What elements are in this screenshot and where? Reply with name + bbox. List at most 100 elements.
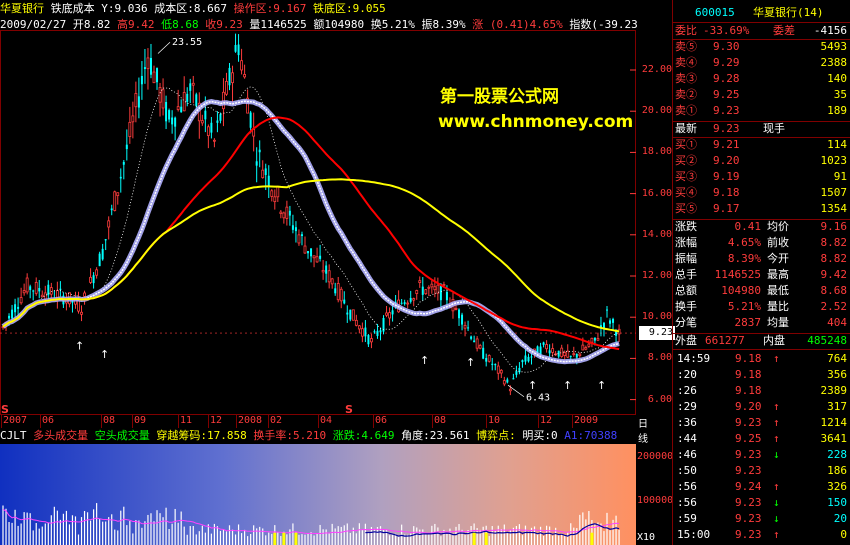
time-tick-mark <box>178 414 179 428</box>
candle-body-up <box>22 290 26 294</box>
tick-time: :56 <box>677 480 697 493</box>
candle-body-down <box>294 227 297 232</box>
stat-value: 1146525 <box>714 268 761 281</box>
buy-level-price: 9.18 <box>713 186 740 199</box>
volume-highlight-bar <box>484 532 488 545</box>
candle-body-down <box>575 354 578 358</box>
stat-value-2: 8.82 <box>820 252 848 265</box>
op-zone: 操作区:9.167 <box>233 2 307 15</box>
volume-chart[interactable] <box>0 444 636 545</box>
candle-body-up <box>321 269 325 273</box>
sell-level-label: 卖④ <box>675 56 697 69</box>
candle-body-up <box>279 211 283 214</box>
panel-divider <box>673 22 850 23</box>
tick-time: 14:59 <box>677 352 711 365</box>
candle-body-up <box>19 297 23 304</box>
candle-body-up <box>25 277 29 293</box>
candle-body-down <box>609 320 612 324</box>
tick-direction-icon: ↑ <box>773 416 780 429</box>
tick-time: 15:00 <box>677 528 711 541</box>
time-tick-label: 04 <box>320 415 333 426</box>
candle-body-down <box>32 290 35 292</box>
tick-price: 9.18 <box>735 352 762 365</box>
price-tick: 6.00 <box>647 393 672 405</box>
volume-highlight-bar <box>294 532 298 545</box>
candle-body-down <box>204 110 207 120</box>
candle-body-down <box>59 288 62 290</box>
candle-body-up <box>134 93 138 108</box>
candle-body-down <box>367 335 370 345</box>
time-tick-label: 06 <box>375 415 388 426</box>
candle-body-down <box>421 286 424 295</box>
price-axis: 22.00 20.00 18.00 16.00 14.00 12.00 10.00 8.00 6… <box>636 30 676 415</box>
candle-body-down <box>527 356 530 362</box>
tick-row: :26 9.18 2389 <box>673 384 850 398</box>
sell-level-label: 卖③ <box>675 72 697 85</box>
candle-body-down <box>334 288 337 294</box>
time-tick-mark <box>572 414 573 428</box>
time-tick-label: 日线 <box>638 419 648 445</box>
candle-body-down <box>180 106 183 113</box>
candle-body-up <box>113 191 117 211</box>
candle-body-up <box>496 365 500 374</box>
candle-body-up <box>276 186 280 198</box>
tick-row: :56 9.24 ↑ 326 <box>673 480 850 494</box>
time-tick-label: 02 <box>270 415 283 426</box>
candle-body-down <box>364 327 367 337</box>
xianshou-label: 现手 <box>763 122 785 135</box>
stat-label: 总额 <box>675 284 697 297</box>
candle-body-up <box>225 80 228 95</box>
high-annotation: 23.55 <box>172 37 202 48</box>
candle-body-down <box>104 239 107 241</box>
candle-body-down <box>400 302 403 304</box>
candle-body-down <box>234 44 237 52</box>
candle-body-down <box>110 208 113 211</box>
tick-time: :44 <box>677 432 697 445</box>
latest-value: 9.23 <box>713 122 740 135</box>
stat-label: 换手 <box>675 300 697 313</box>
ma-band-inner <box>2 100 620 363</box>
candle-body-down <box>210 122 213 133</box>
candle-body-up <box>581 344 585 351</box>
outer-inner-row: 外盘 661277 内盘 485248 <box>673 334 850 348</box>
vol-tick-100000: 100000 <box>637 495 674 507</box>
candle-body-down <box>165 102 168 122</box>
sell-level-price: 9.25 <box>713 88 740 101</box>
candle-body-down <box>512 378 515 380</box>
time-tick-label: 10 <box>488 415 501 426</box>
sell-level-row: 卖② 9.25 35 <box>673 88 850 102</box>
candle-body-up <box>427 286 431 289</box>
buy-level-price: 9.20 <box>713 154 740 167</box>
time-tick-mark <box>132 414 133 428</box>
candle-body-down <box>524 355 527 362</box>
stat-value: 4.65% <box>727 236 761 249</box>
volume-header: CJLT 多头成交量 空头成交量 穿越筹码:17.858 换手率:5.210 涨… <box>0 428 636 444</box>
buy-level-label: 买③ <box>675 170 697 183</box>
volume-highlight-bar <box>273 532 277 545</box>
candle-body-up <box>508 388 512 392</box>
candle-body-up <box>182 92 186 112</box>
time-tick-label: 2008 <box>238 415 263 426</box>
stat-label: 涨跌 <box>675 220 697 233</box>
time-tick-label: 2007 <box>3 415 28 426</box>
volume-chart-canvas[interactable] <box>0 444 636 545</box>
candle-body-up <box>415 290 419 294</box>
buy-level-volume: 1354 <box>820 202 848 215</box>
buy-arrow-icon: ↑ <box>100 348 109 361</box>
vol-angle-label: 角度:23.561 <box>401 429 470 442</box>
tick-row: 14:59 9.18 ↑ 764 <box>673 352 850 366</box>
candle-body-down <box>237 44 240 56</box>
sell-level-row: 卖① 9.23 189 <box>673 104 850 118</box>
candle-body-up <box>89 276 92 283</box>
candle-body-up <box>49 287 53 295</box>
candle-body-up <box>231 72 234 84</box>
candle-body-down <box>140 75 143 85</box>
time-tick-mark <box>318 414 319 428</box>
candle-body-down <box>291 225 294 230</box>
buy-level-label: 买⑤ <box>675 202 697 215</box>
tick-time: :20 <box>677 368 697 381</box>
tick-volume: 2389 <box>820 384 848 397</box>
tick-volume: 764 <box>827 352 847 365</box>
candle-body-down <box>548 350 551 354</box>
buy-level-row: 买⑤ 9.17 1354 <box>673 202 850 216</box>
